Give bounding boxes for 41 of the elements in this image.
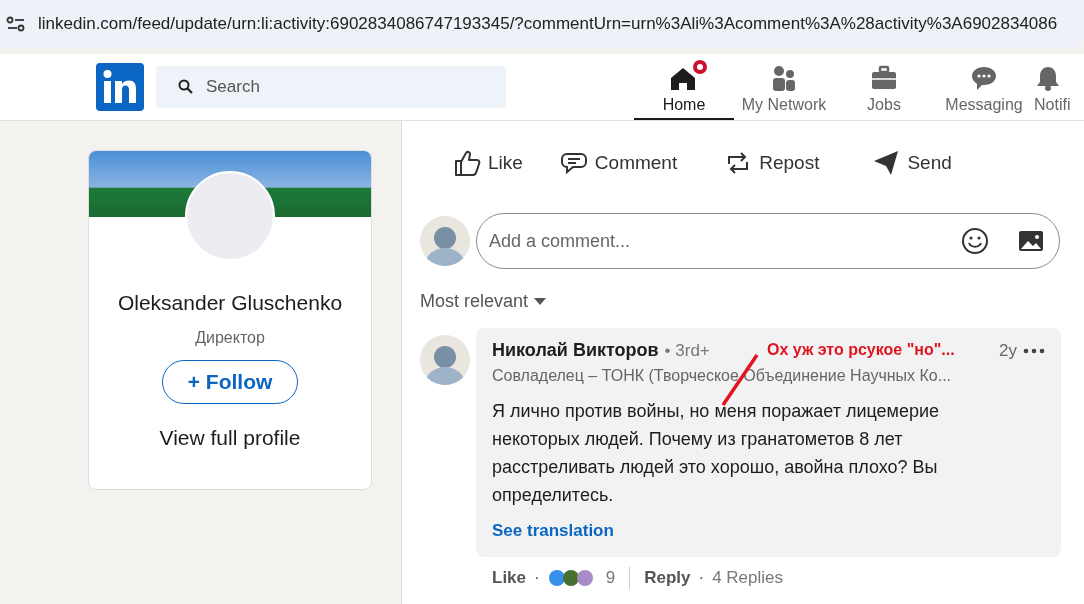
profile-title: Директор bbox=[195, 329, 265, 347]
post-action-button[interactable]: Repost bbox=[723, 144, 820, 182]
chat-bubble-icon bbox=[970, 64, 998, 92]
people-icon bbox=[770, 64, 798, 92]
sort-dropdown[interactable]: Most relevant bbox=[420, 291, 547, 312]
post-action-button[interactable]: Comment bbox=[558, 144, 678, 182]
nav-item[interactable]: Messaging bbox=[934, 54, 1034, 120]
more-options-icon[interactable] bbox=[1023, 347, 1045, 354]
comment-text: Я лично против войны, но меня поражает лицемерие некоторых людей. Почему из гранатометов 8 лет расстреливать людей это хорошо, авойна плохо? Вы определитесь. bbox=[492, 400, 941, 507]
url-text[interactable]: linkedin.com/feed/update/urn:li:activity:6902834086747193345/?commentUrn=urn%3Ali%3Acomment%3A%28activity%3A6902834086 bbox=[38, 14, 1058, 34]
commenter-avatar-silhouette bbox=[420, 335, 470, 385]
connection-degree: • 3rd+ bbox=[664, 340, 710, 361]
briefcase-icon bbox=[870, 64, 898, 92]
separator-dot: · bbox=[698, 568, 705, 588]
separator-dot: · bbox=[534, 568, 540, 588]
post-action-button[interactable]: Send bbox=[871, 144, 952, 182]
reaction-count[interactable]: 9 bbox=[605, 568, 616, 588]
thumbs-up-icon bbox=[452, 148, 482, 178]
see-translation-link[interactable]: See translation bbox=[492, 521, 1045, 541]
nav-item[interactable]: My Network bbox=[734, 54, 834, 120]
search-field[interactable]: Search bbox=[156, 66, 506, 108]
site-settings-icon[interactable] bbox=[6, 16, 26, 32]
commenter-headline: Совладелец – ТОНК (Творческое Объединение Научных Ко... bbox=[492, 367, 953, 385]
annotation-text: Ох уж это рсукое "но"... bbox=[767, 341, 955, 359]
view-profile-link[interactable]: View full profile bbox=[159, 426, 301, 450]
post-action-button[interactable]: Like bbox=[452, 144, 523, 182]
bell-icon bbox=[1034, 64, 1062, 92]
reply-link[interactable]: Reply bbox=[644, 568, 691, 588]
nav-item[interactable]: Jobs bbox=[834, 54, 934, 120]
caret-down-icon bbox=[534, 297, 547, 306]
profile-name: Oleksander Gluschenko bbox=[117, 291, 343, 315]
commenter-name[interactable]: Николай Викторов bbox=[492, 340, 659, 361]
comment-time: 2y bbox=[999, 340, 1017, 361]
like-link[interactable]: Like bbox=[492, 568, 527, 588]
comment-input-field[interactable]: Add a comment... bbox=[476, 213, 1060, 269]
nav-item[interactable]: Notifi bbox=[1034, 54, 1080, 120]
replies-link[interactable]: 4 Replies bbox=[712, 568, 783, 588]
in-logo[interactable] bbox=[96, 63, 144, 111]
user-avatar-silhouette bbox=[420, 216, 470, 266]
emoji-icon[interactable] bbox=[960, 226, 990, 256]
follow-button[interactable]: + Follow bbox=[162, 360, 298, 404]
